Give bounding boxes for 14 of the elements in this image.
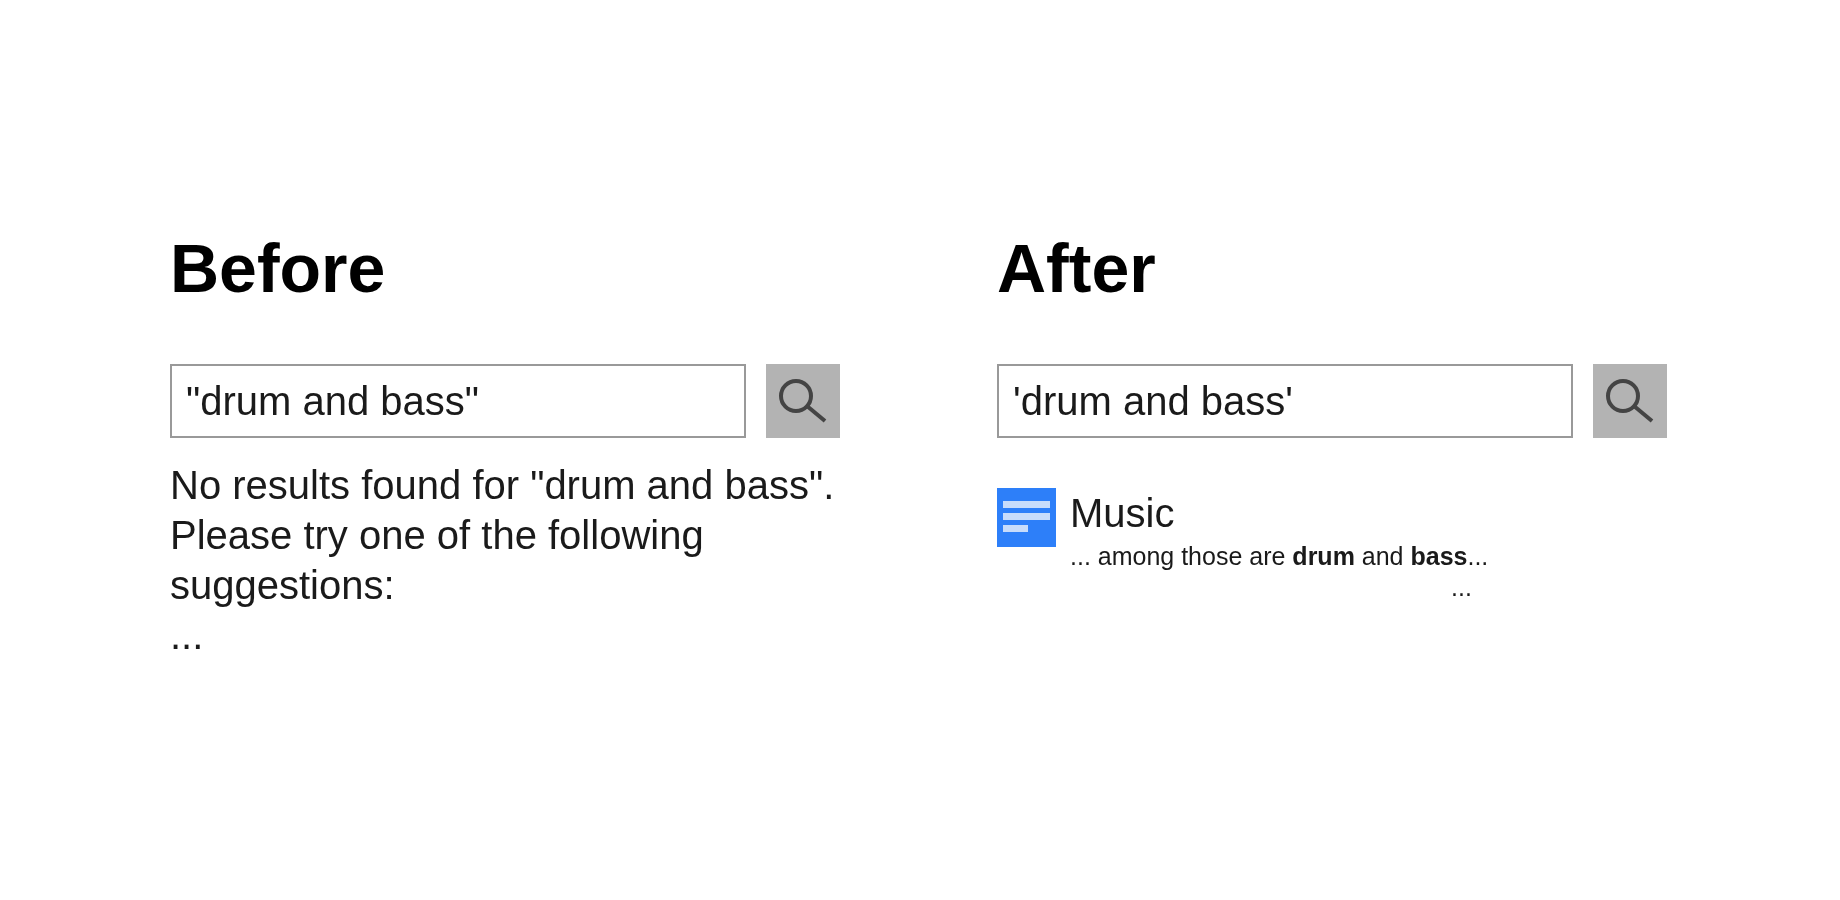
result-snippet: ... among those are drum and bass... [1070, 541, 1489, 572]
result-title[interactable]: Music [1070, 488, 1175, 538]
heading: After [997, 229, 1156, 308]
ellipsis: ... [1451, 572, 1472, 602]
search-button[interactable] [1593, 364, 1667, 438]
ellipsis: ... [170, 612, 204, 659]
search-field[interactable]: "drum and bass" [170, 364, 746, 438]
heading: Before [170, 229, 386, 308]
document-icon [997, 488, 1056, 547]
search-icon [1605, 378, 1655, 424]
search-field[interactable]: 'drum and bass' [997, 364, 1573, 438]
search-button[interactable] [766, 364, 840, 438]
no-results-message: No results found for "drum and bass". Please try one of the following suggestions: [170, 462, 836, 609]
search-icon [778, 378, 828, 424]
